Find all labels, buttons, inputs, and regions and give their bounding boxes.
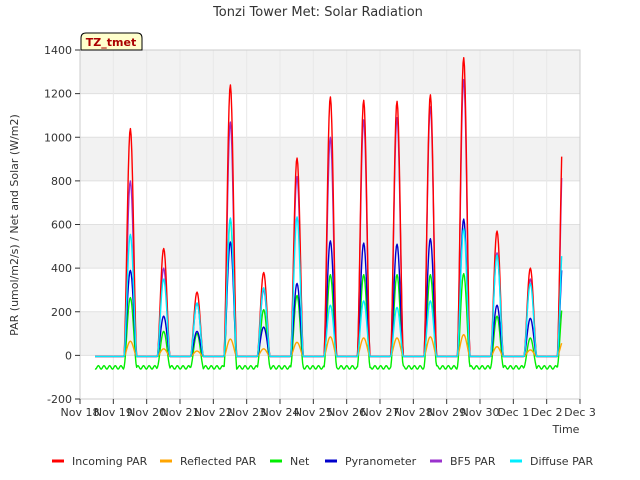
y-tick-label: 200: [51, 306, 72, 319]
x-tick-label: Nov 30: [461, 406, 500, 419]
y-tick-label: -200: [47, 393, 72, 406]
plot-band: [80, 180, 580, 225]
site-badge-label: TZ_tmet: [86, 36, 136, 49]
x-tick-label: Dec 1: [497, 406, 529, 419]
y-tick-label: 800: [51, 175, 72, 188]
plot-band: [80, 311, 580, 356]
y-tick-label: 400: [51, 262, 72, 275]
x-tick-label: Dec 2: [531, 406, 563, 419]
y-axis-label: PAR (umol/m2/s) / Net and Solar (W/m2): [8, 114, 21, 336]
legend-label: Pyranometer: [345, 455, 417, 468]
legend-label: Diffuse PAR: [530, 455, 594, 468]
chart-title: Tonzi Tower Met: Solar Radiation: [212, 5, 423, 20]
solar-radiation-chart: Tonzi Tower Met: Solar Radiation -200 0 20…: [0, 0, 640, 480]
legend-label: Incoming PAR: [72, 455, 148, 468]
legend-label: BF5 PAR: [450, 455, 496, 468]
y-tick-label: 600: [51, 219, 72, 232]
legend-label: Net: [290, 455, 310, 468]
y-tick-label: 1400: [44, 44, 72, 57]
y-tick-label: 1000: [44, 131, 72, 144]
y-tick-label: 1200: [44, 88, 72, 101]
x-tick-label: Dec 3: [564, 406, 596, 419]
x-axis-label: Time: [552, 423, 580, 436]
y-tick-label: 0: [65, 349, 72, 362]
site-badge: TZ_tmet: [80, 32, 143, 51]
legend-label: Reflected PAR: [180, 455, 257, 468]
plot-band: [80, 50, 580, 94]
plot-band: [80, 355, 580, 399]
